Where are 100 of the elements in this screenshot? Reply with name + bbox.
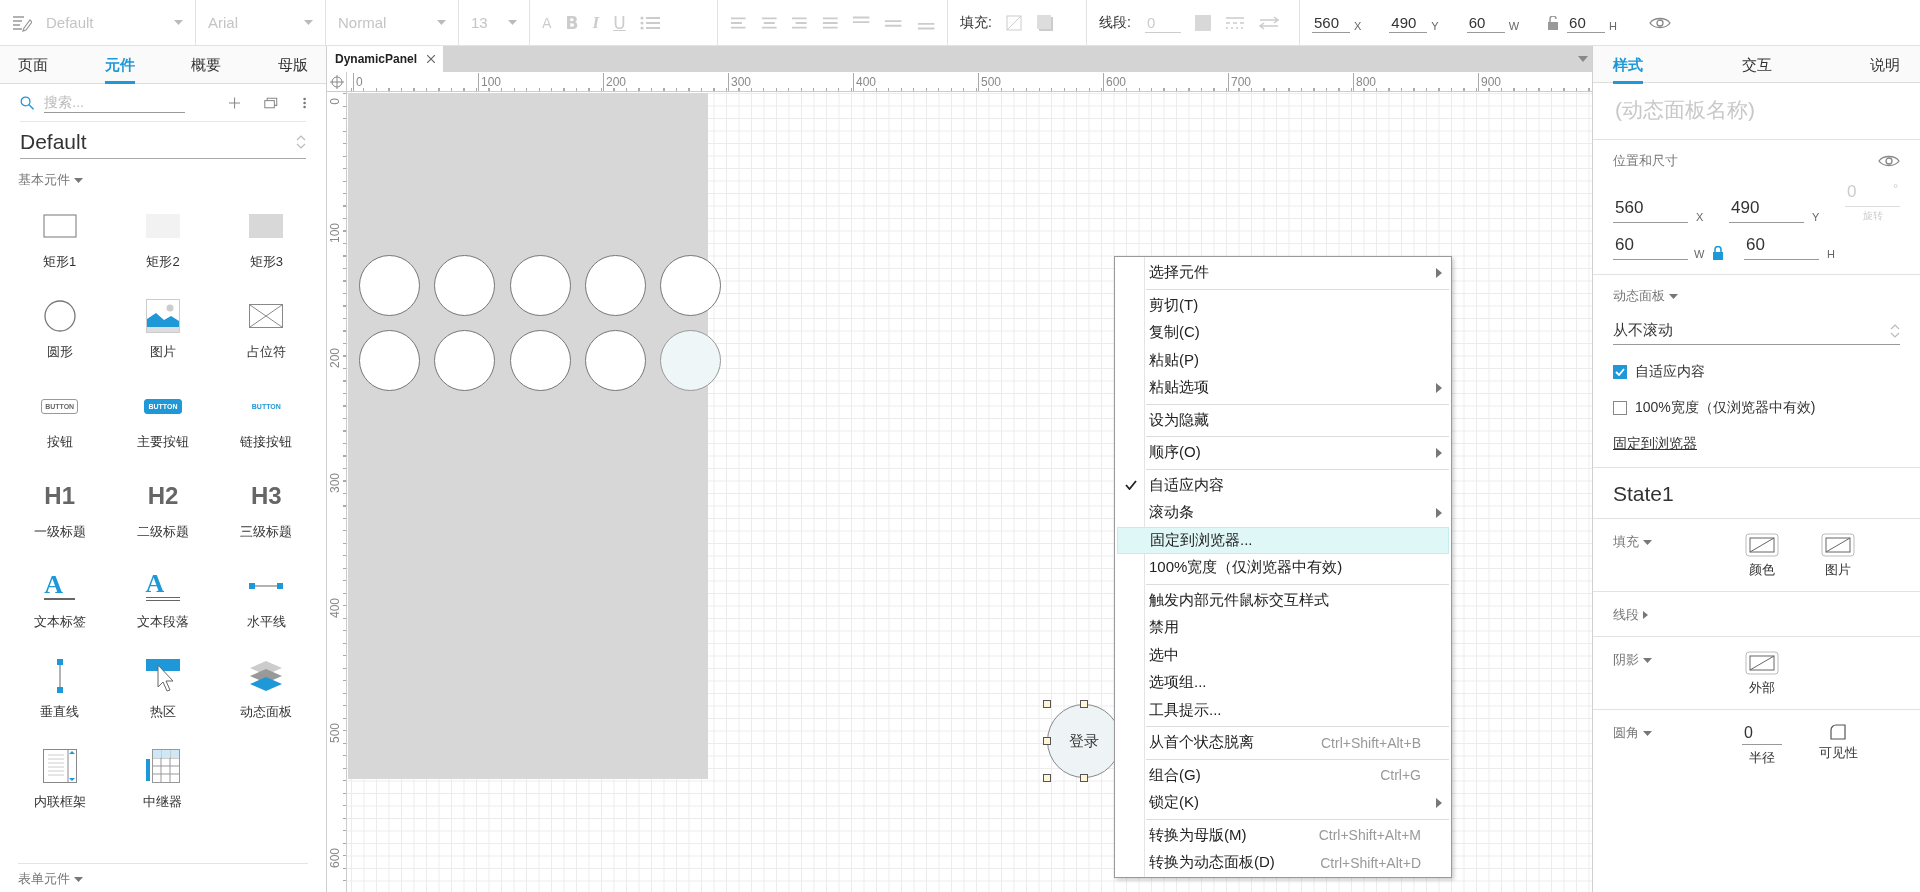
menu-item[interactable]: 粘贴(P) <box>1117 346 1449 374</box>
position-field[interactable]: 60 <box>1613 233 1688 260</box>
menu-item[interactable]: 自适应内容 <box>1117 471 1449 499</box>
align-center-icon[interactable] <box>760 15 777 30</box>
widget-label[interactable]: 二级标题 <box>137 523 189 541</box>
checkbox[interactable] <box>1613 365 1627 379</box>
widget-label[interactable]: 文本段落 <box>137 613 189 631</box>
menu-item[interactable]: 禁用 <box>1117 614 1449 642</box>
widget-label[interactable]: 文本标签 <box>33 613 86 631</box>
state-name[interactable]: State1 <box>1613 482 1900 506</box>
add-icon[interactable] <box>229 95 241 110</box>
widget-label[interactable]: 圆形 <box>46 343 73 361</box>
widget-label[interactable]: 图片 <box>150 343 176 361</box>
no-fill-icon[interactable] <box>1821 533 1855 557</box>
menu-item[interactable]: 100%宽度（仅浏览器中有效) <box>1117 554 1449 582</box>
menu-item[interactable]: 选项组... <box>1117 669 1449 697</box>
widget-label[interactable]: 动态面板 <box>240 703 293 721</box>
section-header[interactable]: 圆角 <box>1613 724 1652 742</box>
widget-label[interactable]: 垂直线 <box>40 703 80 721</box>
line-color-icon[interactable] <box>1194 14 1211 31</box>
checkbox-label[interactable]: 100%宽度（仅浏览器中有效) <box>1635 399 1816 417</box>
ruler-label: 800 <box>1353 73 1377 91</box>
search-field[interactable]: 搜索... <box>44 92 186 113</box>
bullet-list-icon[interactable] <box>639 15 660 30</box>
widget-label[interactable]: 中继器 <box>143 793 183 811</box>
library-icon[interactable] <box>264 95 279 110</box>
widget-label[interactable]: 矩形1 <box>43 253 77 271</box>
position-field[interactable]: 60 <box>1567 12 1606 33</box>
panel-tab[interactable]: 页面 <box>18 46 48 84</box>
no-fill-icon[interactable] <box>1745 651 1779 675</box>
resize-handle[interactable] <box>1043 774 1051 782</box>
resize-handle[interactable] <box>1043 700 1051 708</box>
unlock-icon[interactable] <box>1547 15 1560 30</box>
menu-item[interactable]: 转换为动态面板(D) Ctrl+Shift+Alt+D <box>1117 849 1449 877</box>
menu-item[interactable]: 转换为母版(M) Ctrl+Shift+Alt+M <box>1117 821 1449 849</box>
position-field[interactable]: 490 <box>1389 12 1428 33</box>
dropdown-icon[interactable] <box>1578 56 1588 62</box>
eye-icon[interactable] <box>1649 15 1672 30</box>
widget-label[interactable]: 链接按钮 <box>240 433 293 451</box>
scroll-dropdown[interactable]: 从不滚动 <box>1613 313 1900 345</box>
position-field[interactable]: 490 <box>1729 196 1804 223</box>
justify-icon[interactable] <box>821 15 838 30</box>
menu-item[interactable]: 复制(C) <box>1117 319 1449 347</box>
widget-label[interactable]: 矩形3 <box>249 253 283 271</box>
panel-tab[interactable]: 概要 <box>191 46 222 84</box>
panel-tab[interactable]: 交互 <box>1741 46 1772 84</box>
widget-label[interactable]: 内联框架 <box>33 793 86 811</box>
shadow-icon[interactable] <box>1035 13 1054 32</box>
pin-link[interactable]: 固定到浏览器 <box>1613 435 1697 453</box>
align-left-icon[interactable] <box>730 15 747 30</box>
menu-item[interactable]: 触发内部元件鼠标交互样式 <box>1117 586 1449 614</box>
checkbox[interactable] <box>1613 401 1627 415</box>
eye-icon[interactable] <box>1878 154 1900 168</box>
widget-label[interactable]: 主要按钮 <box>137 433 189 451</box>
checkbox-label[interactable]: 自适应内容 <box>1635 363 1705 381</box>
lock-icon[interactable] <box>1712 246 1725 260</box>
section-header[interactable]: 表单元件 <box>18 870 83 888</box>
resize-handle[interactable] <box>1043 737 1051 745</box>
rectangle-icon <box>42 214 77 238</box>
position-field[interactable]: 560 <box>1312 12 1350 33</box>
menu-item[interactable]: 选择元件 <box>1117 259 1449 287</box>
position-field[interactable]: 60 <box>1466 12 1505 33</box>
radius-field[interactable]: 0 <box>1742 724 1782 745</box>
position-field[interactable]: 560 <box>1613 196 1688 223</box>
horizontal-line-icon <box>249 582 284 590</box>
widget-label[interactable]: 热区 <box>150 703 176 721</box>
corner-icon[interactable] <box>1830 724 1846 740</box>
resize-handle[interactable] <box>1080 700 1088 708</box>
close-icon[interactable] <box>427 55 436 63</box>
section-header[interactable]: 线段 <box>1613 606 1648 624</box>
widget-label[interactable]: 占位符 <box>246 343 286 361</box>
resize-handle[interactable] <box>1080 774 1088 782</box>
arrow-style-icon[interactable] <box>1258 15 1279 30</box>
section-header[interactable]: 阴影 <box>1613 651 1652 669</box>
menu-item[interactable]: 滚动条 <box>1117 499 1449 527</box>
menu-item[interactable]: 固定到浏览器... <box>1117 526 1449 554</box>
widget-label[interactable]: 按钮 <box>46 433 73 451</box>
menu-item[interactable]: 粘贴选项 <box>1117 374 1449 402</box>
panel-tab[interactable]: 说明 <box>1870 46 1900 84</box>
align-right-icon[interactable] <box>791 15 808 30</box>
no-fill-icon[interactable] <box>1745 533 1779 557</box>
widget-label[interactable]: 一级标题 <box>33 523 86 541</box>
library-dropdown[interactable]: Default <box>20 130 306 159</box>
menu-item[interactable]: 选中 <box>1117 641 1449 669</box>
widget-label[interactable]: 矩形2 <box>146 253 180 271</box>
menu-item[interactable]: 剪切(T) <box>1117 291 1449 319</box>
crosshair-icon[interactable] <box>329 74 344 89</box>
no-fill-icon[interactable] <box>1005 14 1022 31</box>
widget-label[interactable]: 三级标题 <box>240 523 293 541</box>
document-tab[interactable]: DynamicPanel <box>327 46 444 72</box>
position-field[interactable]: 60 <box>1744 233 1819 260</box>
section-header[interactable]: 填充 <box>1613 533 1652 551</box>
section-header[interactable]: 动态面板 <box>1613 287 1900 305</box>
menu-item[interactable]: 顺序(O) <box>1117 439 1449 467</box>
menu-item[interactable]: 锁定(K) <box>1117 789 1449 817</box>
menu-item[interactable]: 设为隐藏 <box>1117 406 1449 434</box>
widget-label[interactable]: 水平线 <box>246 613 286 631</box>
more-icon[interactable] <box>302 95 306 110</box>
panel-tab[interactable]: 母版 <box>277 46 308 84</box>
section-header[interactable]: 基本元件 <box>18 171 83 189</box>
